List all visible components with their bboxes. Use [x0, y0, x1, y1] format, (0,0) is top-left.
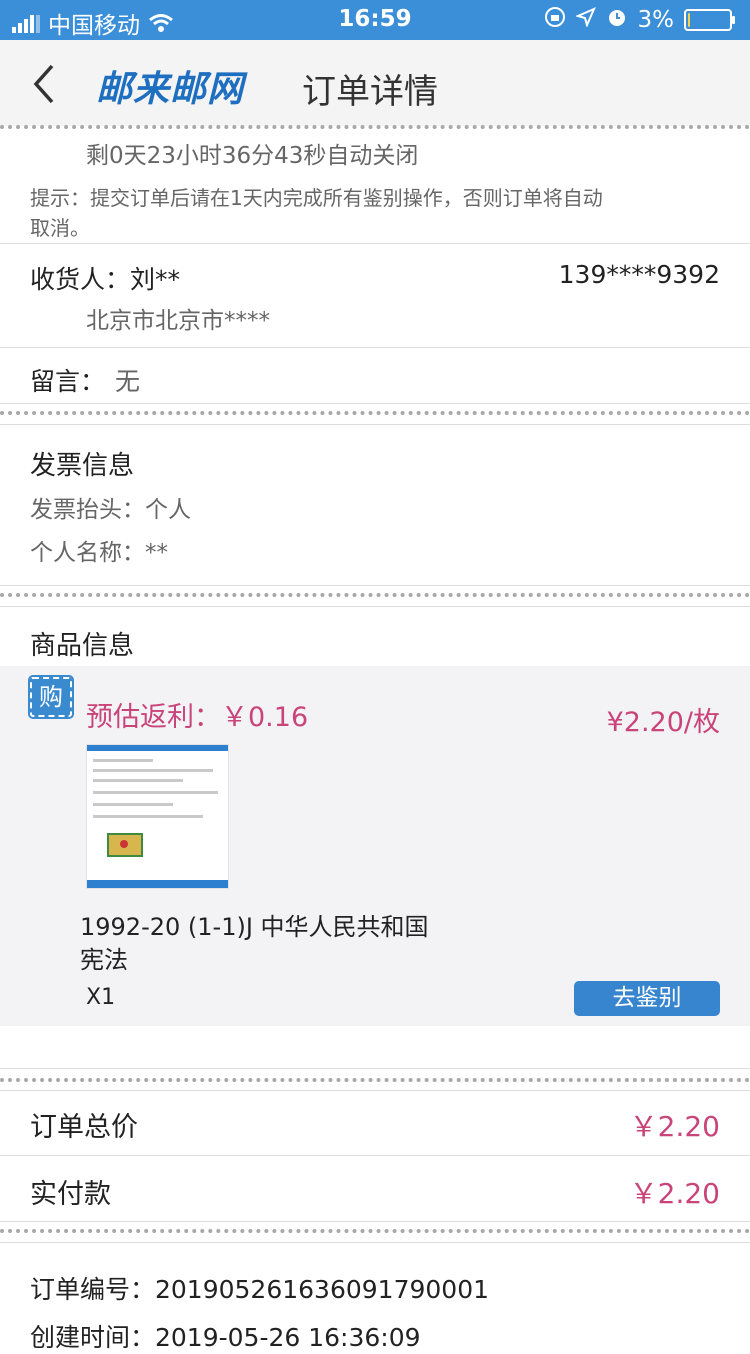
battery-percent: 3% — [637, 7, 675, 33]
identify-button[interactable]: 去鉴别 — [574, 981, 720, 1016]
chevron-left-icon — [33, 64, 54, 104]
order-number: 订单编号：201905261636091790001 — [30, 1275, 490, 1304]
receiver-address: 北京市北京市**** — [86, 308, 270, 334]
divider — [0, 243, 750, 244]
message-value: 无 — [115, 367, 141, 396]
battery-icon — [684, 9, 735, 31]
divider — [0, 1221, 750, 1222]
divider — [0, 1229, 750, 1233]
invoice-name: 个人名称：** — [30, 540, 168, 566]
total-label: 订单总价 — [30, 1112, 138, 1143]
tip-text-line1: 提示：提交订单后请在1天内完成所有鉴别操作，否则订单将自动 — [30, 186, 603, 210]
back-button[interactable] — [24, 60, 64, 108]
alarm-icon — [606, 6, 628, 34]
total-value: ￥2.20 — [629, 1110, 720, 1143]
page-title: 订单详情 — [302, 72, 438, 112]
nav-bar: 邮来邮网 订单详情 — [0, 40, 750, 126]
status-bar: 中国移动 16:59 3% — [0, 0, 750, 40]
paid-label: 实付款 — [30, 1179, 111, 1210]
divider — [0, 403, 750, 404]
invoice-title: 发票抬头：个人 — [30, 497, 191, 523]
message-label: 留言： — [30, 367, 106, 396]
buy-badge-icon: 购 — [28, 675, 74, 719]
countdown-text: 剩0天23小时36分43秒自动关闭 — [86, 143, 419, 169]
unit-price: ¥2.20/枚 — [606, 707, 720, 738]
divider — [0, 606, 750, 607]
divider — [0, 593, 750, 597]
site-logo[interactable]: 邮来邮网 — [96, 60, 244, 112]
product-name-line1: 1992-20 (1-1)J 中华人民共和国 — [80, 913, 429, 941]
product-thumbnail[interactable] — [86, 744, 229, 889]
receiver-name: 收货人：刘** — [30, 265, 181, 294]
divider — [0, 1078, 750, 1082]
rebate-text: 预估返利：￥0.16 — [86, 702, 309, 733]
divider — [0, 1242, 750, 1243]
divider — [0, 1090, 750, 1091]
tip-text-line2: 取消。 — [30, 216, 90, 240]
location-icon — [574, 7, 596, 33]
divider — [0, 125, 750, 129]
receiver-phone: 139****9392 — [558, 260, 720, 289]
product-quantity: X1 — [86, 985, 116, 1010]
invoice-heading: 发票信息 — [30, 451, 135, 481]
divider — [0, 411, 750, 415]
divider — [0, 585, 750, 586]
product-heading: 商品信息 — [30, 631, 135, 661]
divider — [0, 1155, 750, 1156]
lock-rotation-icon — [544, 6, 566, 34]
order-created-time: 创建时间：2019-05-26 16:36:09 — [30, 1323, 421, 1352]
divider — [0, 347, 750, 348]
paid-value: ￥2.20 — [629, 1177, 720, 1210]
divider — [0, 424, 750, 425]
product-name-line2: 宪法 — [80, 946, 128, 974]
stamp-image — [107, 833, 143, 857]
divider — [0, 1068, 750, 1069]
